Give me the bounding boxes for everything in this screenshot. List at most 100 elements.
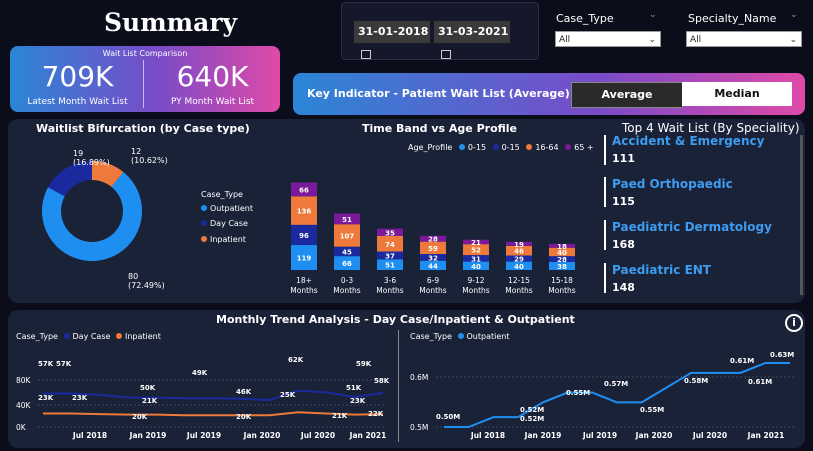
divider [143,60,144,108]
legend-item-inpatient[interactable]: Inpatient [201,235,246,244]
data-label: 0.57M [604,380,628,388]
data-label: 25K [280,391,296,399]
x-tick-label: Jul 2018 [72,431,107,440]
specialty-dropdown[interactable]: All ⌄ [686,31,802,47]
start-date-field[interactable]: 31-01-2018 [354,21,430,59]
case-type-slicer-label: Case_Type [556,12,614,25]
legend-dot-icon [492,144,499,150]
x-tick-label: 6-9 [427,276,439,285]
daycase-inpatient-trend-chart: 80K 40K 0K Jul 2018 Jan 2019 Jul 2019 Jan 2020… [16,356,390,440]
bar-value-label: 51 [342,216,352,224]
case-type-value: All [559,35,571,45]
speciality-name: Paediatric Dermatology [612,220,772,234]
donut-label-daycase: 19 (16.89%) [73,149,110,167]
legend-dot-icon [457,333,464,339]
legend-dot-icon [115,333,122,339]
bar-value-label: 40 [514,263,524,271]
bar-value-label: 59 [428,245,438,253]
outpatient-trend-chart: 0.6M 0.5M Jul 2018 Jan 2019 Jul 2019 Jan 2020… [410,351,795,440]
x-tick-label: Jan 2021 [747,431,785,440]
x-tick-label: 15-18 [551,276,573,285]
data-label: 57K [38,360,54,368]
left-trend-legend: Case_Type Day Case Inpatient [16,332,161,341]
data-label: 49K [192,369,208,377]
data-label: 46K [236,388,252,396]
data-label: 21K [142,397,158,405]
scrollbar[interactable] [800,135,803,295]
bar-value-label: 52 [471,247,481,255]
speciality-marker [604,135,606,165]
bar-value-label: 31 [471,255,481,263]
legend-dot-icon [63,333,70,339]
data-label: 0.61M [730,357,754,365]
legend-dot-icon [458,144,465,150]
speciality-name: Paed Orthopaedic [612,177,733,191]
y-tick-label: 80K [16,376,32,385]
data-label: 0.55M [640,406,664,414]
x-tick-label: Jul 2019 [582,431,617,440]
latest-month-value: 709K [41,60,114,93]
speciality-title: Top 4 Wait List (By Speciality) [622,121,800,135]
calendar-icon[interactable] [361,49,371,59]
bar-value-label: 40 [471,263,481,271]
calendar-icon[interactable] [441,49,451,59]
trend-line[interactable] [444,362,790,428]
x-tick-label: Months [290,286,318,295]
speciality-marker [604,220,606,250]
bar-value-label: 44 [428,262,438,270]
data-label: 20K [236,413,252,421]
data-label: 62K [288,356,304,364]
data-label: 23K [72,394,88,402]
y-tick-label: 40K [16,401,32,410]
x-tick-label: Jul 2020 [300,431,335,440]
x-tick-label: Months [548,286,576,295]
time-band-chart: 119961366618+Months6645107510-3Months513… [290,182,576,295]
speciality-name: Accident & Emergency [612,134,765,148]
right-trend-legend: Case_Type Outpatient [410,332,510,341]
py-month-value: 640K [176,60,249,93]
data-label: 0.50M [436,413,460,421]
data-label: 59K [356,360,372,368]
chevron-down-icon[interactable]: ⌄ [790,10,798,20]
data-label: 0.58M [684,377,708,385]
x-tick-label: Months [333,286,361,295]
end-date-field[interactable]: 31-03-2021 [434,21,510,59]
x-tick-label: Jul 2020 [692,431,727,440]
average-button[interactable]: Average [571,82,683,108]
x-tick-label: Months [505,286,533,295]
median-button[interactable]: Median [682,82,792,106]
bar-value-label: 46 [514,248,524,256]
info-icon[interactable]: i [785,314,803,332]
y-tick-label: 0.6M [410,373,428,382]
wait-list-comparison-card: Wait List Comparison 709K Latest Month W… [10,46,280,112]
x-tick-label: Months [419,286,447,295]
data-label: 58K [374,377,390,385]
bar-value-label: 74 [385,241,395,249]
end-date-value: 31-03-2021 [438,25,509,38]
bar-value-label: 29 [514,256,524,264]
specialty-value: All [690,35,702,45]
trend-line[interactable] [43,389,384,401]
speciality-value: 148 [612,281,635,294]
key-indicator-label: Key Indicator - Patient Wait List (Avera… [307,87,570,100]
x-tick-label: Jan 2020 [243,431,281,440]
trend-divider [398,330,399,442]
bifurcation-title: Waitlist Bifurcation (by Case type) [36,122,250,135]
legend-item-daycase[interactable]: Day Case [201,219,248,228]
data-label: 23K [350,397,366,405]
x-tick-label: Months [376,286,404,295]
x-tick-label: Jan 2019 [524,431,562,440]
bar-value-label: 18 [557,243,567,251]
timeband-title: Time Band vs Age Profile [362,122,518,135]
bar-value-label: 38 [557,263,567,271]
case-type-dropdown[interactable]: All ⌄ [555,31,661,47]
legend-dot-icon [201,220,207,226]
data-label: 0.52M [520,415,544,423]
start-date-value: 31-01-2018 [358,25,429,38]
x-tick-label: Jan 2019 [129,431,167,440]
chevron-down-icon[interactable]: ⌄ [649,10,657,20]
legend-item-outpatient[interactable]: Outpatient [201,204,253,213]
page-title: Summary [104,8,238,37]
x-tick-label: 0-3 [341,276,353,285]
data-label: 0.52M [520,406,544,414]
